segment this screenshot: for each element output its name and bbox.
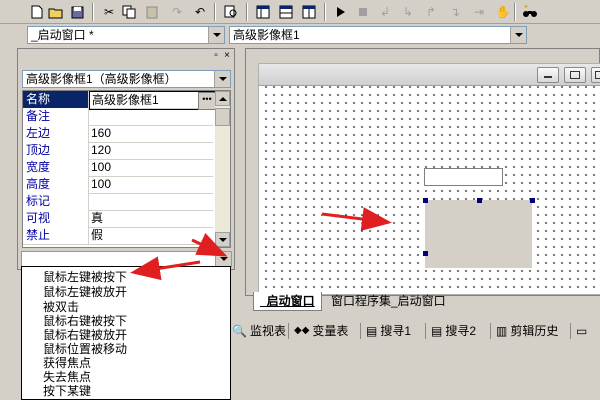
annotation-arrows: [130, 207, 392, 281]
annotation-arrow-event-item: [130, 256, 201, 281]
annotation-arrow-event-combo: [191, 232, 228, 257]
annotation-arrow-designer: [321, 207, 392, 231]
